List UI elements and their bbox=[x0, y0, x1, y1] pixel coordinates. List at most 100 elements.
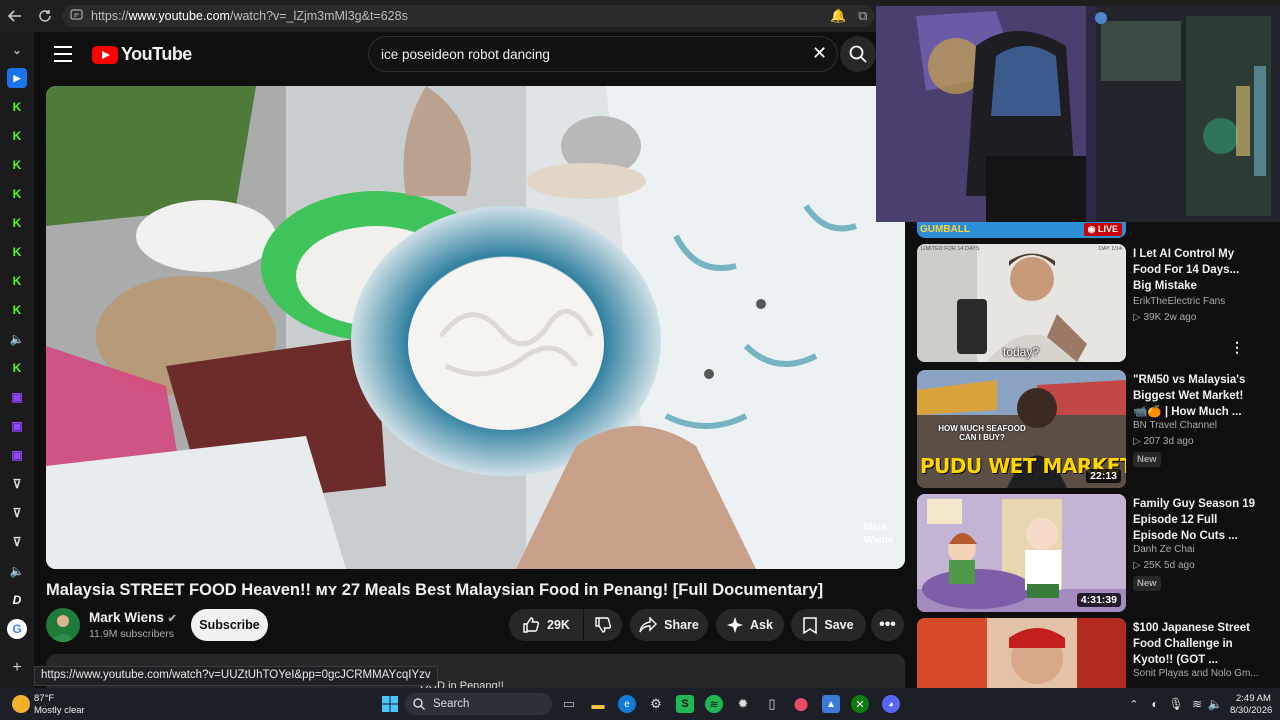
video-title[interactable]: $100 Japanese Street Food Challenge in K… bbox=[1133, 620, 1258, 668]
channel-name[interactable]: Sonit Playas and Nolo Gm... bbox=[1133, 668, 1259, 679]
clock-date[interactable]: 8/30/2026 bbox=[1230, 705, 1272, 716]
more-vertical-icon[interactable]: ⋮ bbox=[1230, 339, 1244, 356]
clock-time[interactable]: 2:49 AM bbox=[1236, 693, 1271, 704]
settings-icon[interactable]: ✹ bbox=[734, 695, 752, 713]
video-thumbnail[interactable]: GUMBALL ◉ LIVE bbox=[917, 222, 1126, 238]
new-tab-plus-icon[interactable]: + bbox=[7, 658, 27, 678]
tray-app-icon[interactable]: ◐ bbox=[1146, 695, 1164, 713]
tab-youtube-icon[interactable]: ▶ bbox=[7, 68, 27, 88]
tab-kick-icon[interactable]: K bbox=[7, 213, 27, 233]
new-badge: New bbox=[1133, 576, 1161, 591]
youtube-header: YouTube ice poseideon robot dancing ✕ bbox=[34, 32, 876, 82]
tab-site-icon[interactable]: ⊽ bbox=[7, 474, 27, 494]
spotify-icon[interactable]: ≋ bbox=[705, 695, 723, 713]
weather-desc[interactable]: Mostly clear bbox=[34, 705, 85, 716]
video-title[interactable]: I Let AI Control My Food For 14 Days... … bbox=[1133, 246, 1258, 294]
chevron-up-icon[interactable]: ⌃ bbox=[1125, 695, 1143, 713]
edge-browser-icon[interactable]: e bbox=[618, 695, 636, 713]
subscribe-button[interactable]: Subscribe bbox=[191, 609, 268, 641]
speaker-icon[interactable]: 🔈 bbox=[7, 561, 27, 581]
dislike-button[interactable] bbox=[584, 609, 622, 641]
task-view-icon[interactable]: ▭ bbox=[560, 695, 578, 713]
app-icon[interactable]: ⚙ bbox=[647, 695, 665, 713]
tab-kick-icon[interactable]: K bbox=[7, 184, 27, 204]
tab-twitch-icon[interactable]: ▣ bbox=[7, 416, 27, 436]
tab-kick-icon[interactable]: K bbox=[7, 155, 27, 175]
app-icon[interactable]: S bbox=[676, 695, 694, 713]
split-screen-icon[interactable]: ⧉ bbox=[858, 8, 867, 24]
list-item[interactable]: HOW MUCH SEAFOOD CAN I BUY? PUDU WET MAR… bbox=[917, 370, 1267, 488]
list-item[interactable]: 4:31:39 Family Guy Season 19 Episode 12 … bbox=[917, 494, 1267, 612]
tab-site-icon[interactable]: ⊽ bbox=[7, 532, 27, 552]
tab-google-icon[interactable]: G bbox=[7, 619, 27, 639]
watermark-logo: Mark bbox=[864, 522, 888, 533]
svg-text:Wiens: Wiens bbox=[864, 535, 894, 546]
tab-twitch-icon[interactable]: ▣ bbox=[7, 387, 27, 407]
taskbar-search[interactable]: Search bbox=[405, 693, 552, 715]
video-title[interactable]: Family Guy Season 19 Episode 12 Full Epi… bbox=[1133, 496, 1258, 544]
video-thumbnail[interactable]: 4:31:39 bbox=[917, 494, 1126, 612]
chevron-down-icon[interactable]: ⌄ bbox=[7, 40, 27, 60]
microphone-icon[interactable]: 🎙 bbox=[1167, 695, 1185, 713]
search-input[interactable]: ice poseideon robot dancing ✕ bbox=[368, 36, 838, 72]
avatar[interactable] bbox=[46, 608, 80, 642]
tab-twitch-icon[interactable]: ▣ bbox=[7, 445, 27, 465]
speaker-icon[interactable]: 🔈 bbox=[7, 329, 27, 349]
list-item[interactable]: GUMBALL ◉ LIVE bbox=[917, 222, 1267, 238]
list-item[interactable]: LIMITED FOR 14 DAYS DAY 1/14 today? I Le… bbox=[917, 244, 1267, 362]
vertical-tabs-sidebar: ⌄ ▶ K K K K K K K K 🔈 K ▣ ▣ ▣ ⊽ ⊽ ⊽ 🔈 D … bbox=[0, 32, 34, 688]
video-meta: ▷ 39K 2w ago bbox=[1133, 312, 1197, 323]
tab-kick-icon[interactable]: K bbox=[7, 271, 27, 291]
tab-kick-icon[interactable]: K bbox=[7, 300, 27, 320]
tab-kick-icon[interactable]: K bbox=[7, 126, 27, 146]
video-frame[interactable]: Mark Wiens bbox=[46, 86, 905, 569]
notification-bell-icon[interactable]: 🔔 bbox=[830, 8, 846, 24]
document-icon[interactable]: ▯ bbox=[763, 695, 781, 713]
volume-icon[interactable]: 🔈 bbox=[1206, 695, 1224, 713]
duration-badge: 4:31:39 bbox=[1076, 593, 1121, 607]
video-title[interactable]: "RM50 vs Malaysia's Biggest Wet Market! … bbox=[1133, 372, 1258, 420]
thumbs-up-icon bbox=[523, 617, 540, 633]
search-button[interactable] bbox=[840, 36, 876, 72]
tab-kick-icon[interactable]: K bbox=[7, 358, 27, 378]
sparkle-icon bbox=[727, 617, 744, 633]
ask-button[interactable]: Ask bbox=[716, 609, 784, 641]
duration-badge: 22:13 bbox=[1086, 469, 1121, 483]
wifi-icon[interactable]: ≋ bbox=[1188, 695, 1206, 713]
video-player[interactable]: Mark Wiens bbox=[46, 86, 905, 569]
channel-name[interactable]: Mark Wiens ✔ bbox=[89, 610, 177, 625]
back-arrow-icon[interactable] bbox=[0, 0, 30, 32]
channel-name[interactable]: ErikTheElectric Fans bbox=[1133, 296, 1225, 307]
weather-temp[interactable]: 87°F bbox=[34, 693, 54, 704]
menu-icon[interactable] bbox=[54, 46, 72, 62]
tab-site-icon[interactable]: ⊽ bbox=[7, 503, 27, 523]
site-info-icon[interactable] bbox=[70, 9, 83, 23]
video-meta: ▷ 207 3d ago bbox=[1133, 436, 1194, 447]
discord-icon[interactable]: ◕ bbox=[882, 695, 900, 713]
maps-pin-icon[interactable]: ⬤ bbox=[792, 695, 810, 713]
thumbs-down-icon bbox=[595, 617, 612, 633]
share-button[interactable]: Share bbox=[630, 609, 708, 641]
reload-icon[interactable] bbox=[30, 0, 60, 32]
video-thumbnail[interactable]: LIMITED FOR 14 DAYS DAY 1/14 today? bbox=[917, 244, 1126, 362]
address-bar[interactable]: https://www.youtube.com/watch?v=_lZjm3mM… bbox=[62, 5, 874, 27]
channel-name[interactable]: BN Travel Channel bbox=[1133, 420, 1217, 431]
tab-site-icon[interactable]: D bbox=[7, 590, 27, 610]
tab-kick-icon[interactable]: K bbox=[7, 242, 27, 262]
list-item[interactable]: $100 Japanese Street Food Challenge in K… bbox=[917, 618, 1267, 688]
youtube-logo[interactable]: YouTube bbox=[92, 44, 192, 65]
photos-icon[interactable]: ▲ bbox=[822, 695, 840, 713]
start-windows-icon[interactable] bbox=[381, 695, 399, 713]
video-thumbnail[interactable] bbox=[917, 618, 1126, 688]
more-actions-button[interactable]: ••• bbox=[871, 609, 904, 641]
video-meta: ▷ 25K 5d ago bbox=[1133, 560, 1195, 571]
xbox-icon[interactable]: ✕ bbox=[851, 695, 869, 713]
file-explorer-icon[interactable]: ▬ bbox=[589, 695, 607, 713]
like-button[interactable]: 29K bbox=[509, 609, 583, 641]
channel-name[interactable]: Danh Ze Chai bbox=[1133, 544, 1195, 555]
weather-icon[interactable] bbox=[12, 695, 30, 713]
clear-search-icon[interactable]: ✕ bbox=[812, 43, 827, 64]
video-thumbnail[interactable]: HOW MUCH SEAFOOD CAN I BUY? PUDU WET MAR… bbox=[917, 370, 1126, 488]
tab-kick-icon[interactable]: K bbox=[7, 97, 27, 117]
save-button[interactable]: Save bbox=[791, 609, 866, 641]
